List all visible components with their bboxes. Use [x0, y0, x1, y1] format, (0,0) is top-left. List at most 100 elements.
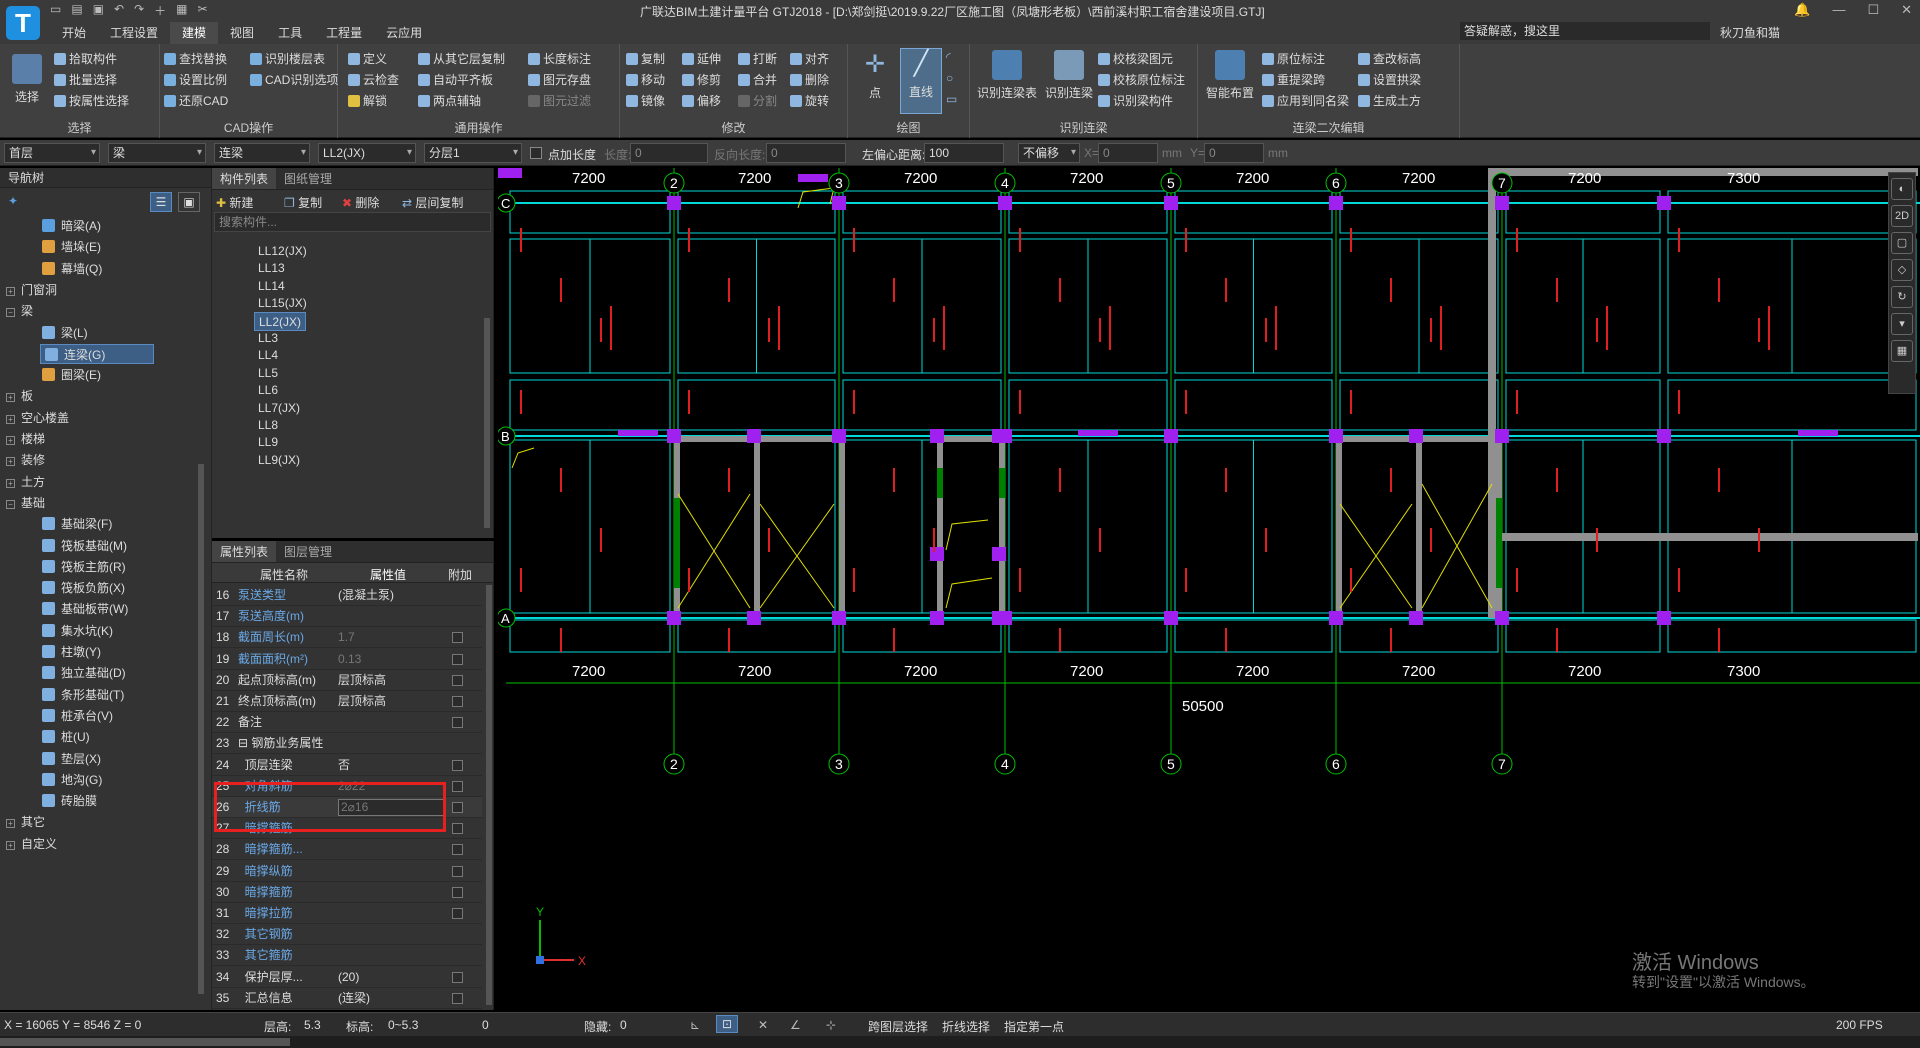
additional-checkbox[interactable]: [452, 971, 463, 983]
copy-between-floors-button[interactable]: ⇄ 层间复制: [402, 194, 463, 211]
grid-icon[interactable]: ▦: [176, 2, 187, 20]
nav-tree-item[interactable]: 垫层(X): [42, 749, 101, 769]
property-scrollbar[interactable]: [486, 585, 492, 1005]
property-row[interactable]: 17 泵送高度(m): [212, 606, 482, 628]
expand-icon[interactable]: +: [6, 840, 15, 850]
component-list-item[interactable]: LL7(JX): [254, 399, 304, 418]
point-draw-button[interactable]: ✛ 点: [854, 50, 896, 114]
property-row[interactable]: 34 保护层厚... (20): [212, 967, 482, 988]
delete-component-button[interactable]: ✖ 删除: [342, 194, 379, 211]
property-value[interactable]: 否: [338, 755, 350, 776]
minimize-icon[interactable]: —: [1832, 2, 1845, 18]
layer-grid-icon[interactable]: ▦: [1891, 340, 1913, 362]
mirror-button[interactable]: 镜像: [626, 92, 665, 109]
category-select[interactable]: 梁: [108, 143, 206, 163]
in-situ-annotation-button[interactable]: 原位标注: [1262, 50, 1325, 67]
nav-tree-item[interactable]: 墙垛(E): [42, 237, 101, 257]
two-point-axis-button[interactable]: 两点辅轴: [418, 92, 481, 109]
y-input[interactable]: 0: [1204, 143, 1264, 163]
nav-tree-item[interactable]: − 梁: [6, 301, 33, 321]
property-value[interactable]: 层顶标高: [338, 691, 386, 712]
nav-tree-item[interactable]: + 土方: [6, 472, 45, 492]
set-scale-button[interactable]: 设置比例: [164, 71, 227, 88]
nav-tree-item[interactable]: + 自定义: [6, 834, 57, 854]
check-change-elevation-button[interactable]: 查改标高: [1358, 50, 1421, 67]
property-value[interactable]: 层顶标高: [338, 670, 386, 691]
tile-view-icon[interactable]: ▣: [178, 192, 200, 212]
floor-select[interactable]: 首层: [4, 143, 100, 163]
collapse-icon[interactable]: −: [6, 499, 15, 509]
menu-tab[interactable]: 工具: [266, 22, 314, 44]
component-list-item[interactable]: LL8: [254, 416, 282, 435]
property-value[interactable]: 1.7: [338, 627, 355, 648]
new-file-icon[interactable]: ▭: [50, 2, 61, 20]
additional-checkbox[interactable]: [452, 865, 463, 877]
additional-checkbox[interactable]: [452, 759, 463, 771]
recognize-coupling-beam-button[interactable]: 识别连梁: [1044, 50, 1094, 114]
break-button[interactable]: 打断: [738, 50, 777, 67]
menu-tab[interactable]: 云应用: [374, 22, 434, 44]
length-input[interactable]: 0: [630, 143, 708, 163]
pin-icon[interactable]: ✦: [8, 194, 18, 208]
list-view-icon[interactable]: ☰: [150, 192, 172, 212]
nav-tree-item[interactable]: + 楼梯: [6, 429, 45, 449]
cut-icon[interactable]: ✂: [198, 2, 208, 20]
nav-tree-item[interactable]: − 基础: [6, 493, 45, 513]
maximize-icon[interactable]: ☐: [1867, 2, 1879, 18]
point-length-checkbox[interactable]: [530, 147, 542, 159]
expand-icon[interactable]: +: [6, 457, 15, 467]
nav-tree-item[interactable]: 筏板主筋(R): [42, 557, 126, 577]
iso-box-icon[interactable]: ◇: [1891, 259, 1913, 281]
nav-tree-item[interactable]: 砖胎膜: [42, 791, 97, 811]
expand-icon[interactable]: +: [6, 436, 15, 445]
nav-tree-item[interactable]: 柱墩(Y): [42, 642, 101, 662]
nav-tree-item[interactable]: 地沟(G): [42, 770, 102, 790]
recognize-beam-component-button[interactable]: 识别梁构件: [1098, 92, 1173, 109]
component-list-item[interactable]: LL4: [254, 346, 282, 365]
nav-tree-item[interactable]: + 板: [6, 386, 33, 406]
circle-icon[interactable]: ○: [946, 71, 953, 85]
component-list-item[interactable]: LL3: [254, 329, 282, 348]
additional-checkbox[interactable]: [452, 696, 463, 707]
add-point-icon[interactable]: ⊹: [826, 1018, 836, 1032]
tab-component-list[interactable]: 构件列表: [212, 168, 277, 189]
2d-view-icon[interactable]: 2D: [1891, 205, 1913, 227]
menu-tab[interactable]: 建模: [170, 22, 219, 44]
expand-icon[interactable]: +: [6, 819, 15, 829]
property-row[interactable]: 19 截面面积(m²) 0.13: [212, 649, 482, 670]
component-list-item[interactable]: LL6: [254, 381, 282, 400]
notification-icon[interactable]: 🔔: [1794, 2, 1810, 18]
cad-recognize-options-button[interactable]: CAD识别选项: [250, 71, 338, 88]
arc-icon[interactable]: ◜: [946, 50, 951, 64]
tab-drawing-management[interactable]: 图纸管理: [276, 168, 340, 189]
expand-icon[interactable]: +: [6, 414, 15, 424]
rectangle-icon[interactable]: ▭: [946, 92, 957, 106]
nav-tree-item[interactable]: 条形基础(T): [42, 685, 124, 705]
layer-select[interactable]: 分层1: [424, 143, 522, 163]
nav-tree-item[interactable]: 基础板带(W): [42, 599, 128, 619]
length-annotation-button[interactable]: 长度标注: [528, 50, 591, 67]
re-extract-span-button[interactable]: 重提梁跨: [1262, 71, 1325, 88]
trim-button[interactable]: 修剪: [682, 71, 721, 88]
cad-drawing[interactable]: 7200 7200 7200 7200 7200 7200 7200 7300 7200 7200…: [498, 168, 1920, 1010]
property-row[interactable]: 23 ⊟ 钢筋业务属性: [212, 733, 482, 755]
cloud-check-button[interactable]: 云检查: [348, 71, 399, 88]
type-select[interactable]: 连梁: [214, 143, 310, 163]
help-search-input[interactable]: 答疑解惑，搜这里: [1460, 22, 1710, 40]
add-icon[interactable]: ＋: [154, 2, 166, 20]
property-row[interactable]: 33 其它箍筋: [212, 945, 482, 967]
expand-icon[interactable]: +: [6, 393, 15, 403]
property-row[interactable]: 20 起点顶标高(m) 层顶标高: [212, 670, 482, 691]
check-in-situ-annotation-button[interactable]: 校核原位标注: [1098, 71, 1185, 88]
additional-checkbox[interactable]: [452, 844, 463, 856]
set-arch-beam-button[interactable]: 设置拱梁: [1358, 71, 1421, 88]
menu-tab[interactable]: 工程量: [314, 22, 374, 44]
open-file-icon[interactable]: ▤: [71, 2, 82, 20]
merge-button[interactable]: 合并: [738, 71, 777, 88]
nav-tree-item[interactable]: 基础梁(F): [42, 514, 112, 534]
cross-layer-select-button[interactable]: 跨图层选择: [868, 1018, 928, 1035]
unlock-button[interactable]: 解锁: [348, 92, 387, 109]
delete-button[interactable]: 删除: [790, 71, 829, 88]
component-list-item[interactable]: LL13: [254, 259, 289, 278]
additional-checkbox[interactable]: [452, 886, 463, 898]
